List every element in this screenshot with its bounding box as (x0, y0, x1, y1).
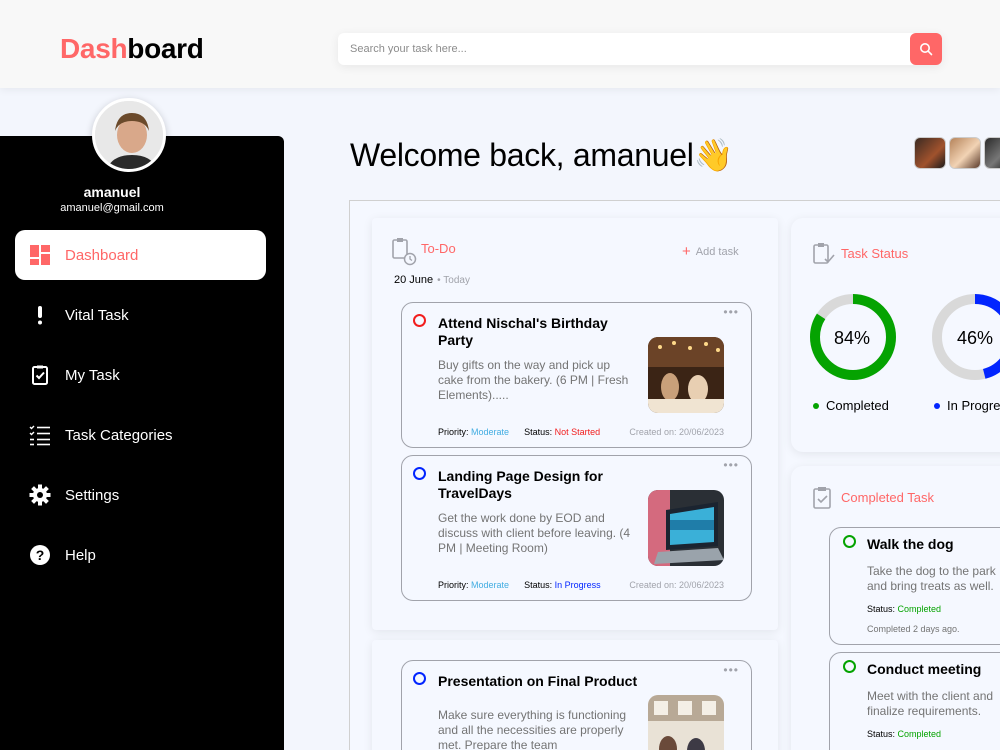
search-button[interactable] (910, 33, 942, 65)
plus-icon: + (682, 243, 691, 260)
priority-value: Moderate (471, 427, 510, 437)
sidebar-item-settings[interactable]: Settings (15, 470, 266, 520)
in-progress-legend: In Progress (934, 398, 1000, 413)
completed-task-card[interactable]: Walk the dog Take the dog to the park an… (829, 527, 1000, 645)
priority-value: Moderate (471, 580, 510, 590)
list-icon (28, 423, 52, 447)
sidebar-item-label: My Task (65, 366, 120, 384)
status-value: In Progress (554, 580, 601, 590)
task-meta: Priority: Moderate Status: In Progress (438, 580, 601, 590)
status-circle-icon (843, 535, 856, 548)
status-circle-icon (413, 314, 426, 327)
completed-legend: Completed (813, 398, 889, 413)
task-description: Get the work done by EOD and discuss wit… (438, 511, 631, 555)
sidebar-nav: Dashboard Vital Task My Task Task Catego… (15, 230, 266, 590)
task-card[interactable]: ••• Attend Nischal's Birthday Party Buy … (401, 302, 752, 448)
task-card[interactable]: ••• Presentation on Final Product Make s… (401, 660, 752, 750)
app-logo: Dashboard (60, 33, 204, 64)
sidebar-item-label: Task Categories (65, 426, 173, 444)
todo-clipboard-icon (392, 238, 417, 266)
search-bar (338, 33, 942, 65)
help-icon: ? (28, 543, 52, 567)
task-description: Meet with the client and finalize requir… (867, 689, 994, 718)
task-status: Status: Completed (867, 729, 942, 739)
completed-ago: Completed 2 days ago. (867, 624, 960, 634)
task-title: Presentation on Final Product (438, 673, 638, 689)
todo-title: To-Do (421, 241, 456, 256)
team-avatars[interactable] (914, 137, 1000, 169)
task-status: Status: Completed (867, 604, 942, 614)
sidebar-item-label: Help (65, 546, 96, 564)
task-status-icon (813, 243, 835, 264)
task-thumbnail (648, 490, 724, 566)
gear-icon (28, 483, 52, 507)
completed-task-icon (813, 487, 831, 509)
team-avatar[interactable] (984, 137, 1000, 169)
status-circle-icon (413, 467, 426, 480)
sidebar-item-vital-task[interactable]: Vital Task (15, 290, 266, 340)
status-circle-icon (413, 672, 426, 685)
more-options-icon[interactable]: ••• (723, 663, 739, 677)
add-task-button[interactable]: + Add task (682, 243, 739, 260)
dashboard-icon (28, 243, 52, 267)
sidebar-item-task-categories[interactable]: Task Categories (15, 410, 266, 460)
user-name: amanuel (83, 184, 141, 200)
task-status-title: Task Status (841, 246, 909, 261)
task-description: Make sure everything is functioning and … (438, 708, 627, 750)
sidebar-item-dashboard[interactable]: Dashboard (15, 230, 266, 280)
task-title: Walk the dog (867, 536, 954, 552)
more-options-icon[interactable]: ••• (723, 458, 739, 472)
page-title: Welcome back, amanuel👋 (350, 137, 734, 173)
task-meta: Priority: Moderate Status: Not Started (438, 427, 601, 437)
svg-text:?: ? (36, 547, 45, 563)
task-thumbnail (648, 337, 724, 413)
completed-percent: 84% (834, 328, 871, 348)
task-title: Conduct meeting (867, 661, 982, 677)
more-options-icon[interactable]: ••• (723, 305, 739, 319)
completed-task-title: Completed Task (841, 490, 934, 505)
in-progress-percent: 46% (957, 328, 994, 348)
task-title: Attend Nischal's Birthday Party (438, 315, 608, 348)
sidebar-item-label: Settings (65, 486, 120, 504)
search-input[interactable] (350, 33, 890, 65)
team-avatar[interactable] (949, 137, 981, 169)
top-bar: Dashboard (0, 0, 1000, 88)
todo-date: 20 June • Today (394, 274, 470, 286)
task-thumbnail (648, 695, 724, 750)
exclamation-icon (28, 303, 52, 327)
task-card[interactable]: ••• Landing Page Design for TravelDays G… (401, 455, 752, 601)
task-title: Landing Page Design for TravelDays (438, 468, 603, 501)
clipboard-check-icon (28, 363, 52, 387)
created-date: Created on: 20/06/2023 (629, 580, 724, 590)
sidebar-item-label: Vital Task (65, 306, 129, 324)
status-circle-icon (843, 660, 856, 673)
sidebar-item-my-task[interactable]: My Task (15, 350, 266, 400)
completed-task-card[interactable]: Conduct meeting Meet with the client and… (829, 652, 1000, 750)
task-description: Take the dog to the park and bring treat… (867, 564, 996, 593)
avatar[interactable] (92, 98, 166, 172)
status-value: Not Started (554, 427, 601, 437)
user-email: amanuel@gmail.com (60, 202, 164, 214)
sidebar-item-help[interactable]: ? Help (15, 530, 266, 580)
created-date: Created on: 20/06/2023 (629, 427, 724, 437)
sidebar-item-label: Dashboard (65, 246, 139, 264)
search-icon (920, 43, 933, 56)
task-description: Buy gifts on the way and pick up cake fr… (438, 358, 629, 402)
team-avatar[interactable] (914, 137, 946, 169)
